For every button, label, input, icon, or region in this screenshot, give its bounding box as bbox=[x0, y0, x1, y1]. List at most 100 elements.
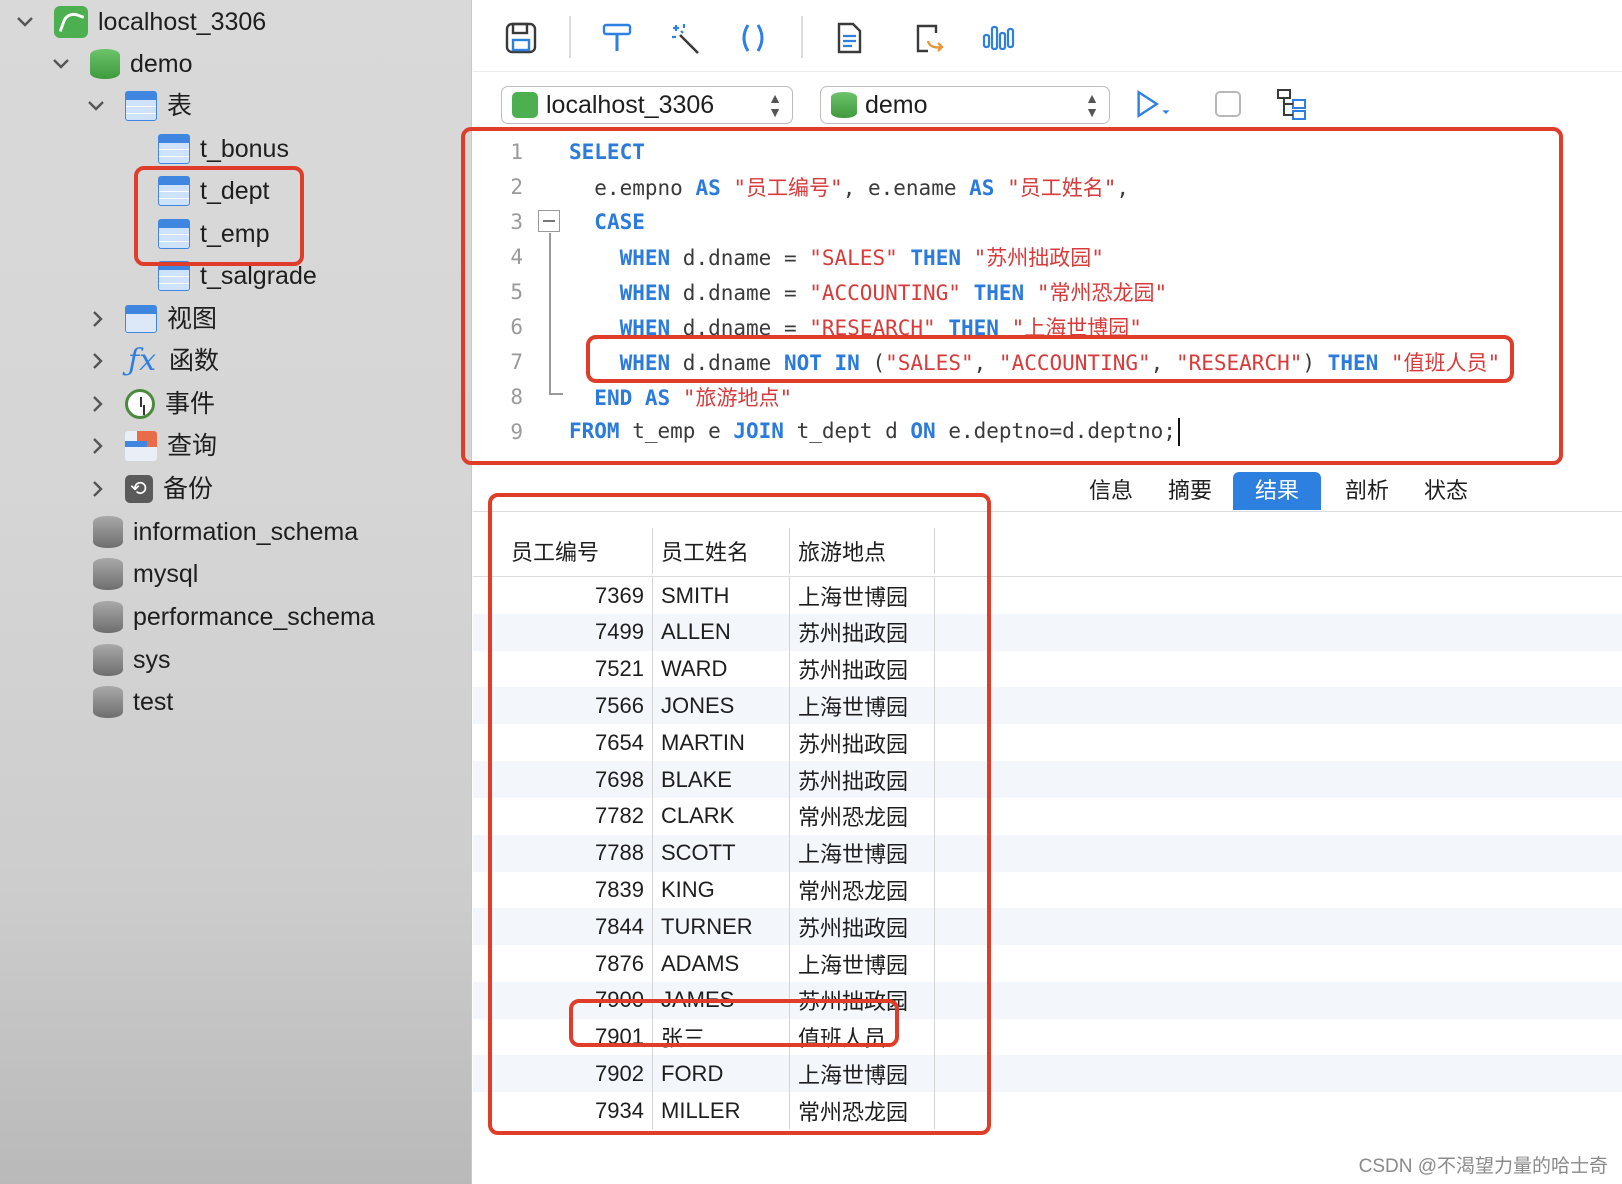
chevron-right-icon[interactable] bbox=[87, 308, 109, 330]
code-snippet-icon[interactable] bbox=[733, 18, 773, 58]
cell-ename[interactable]: SMITH bbox=[653, 577, 790, 614]
cell-location[interactable]: 苏州拙政园 bbox=[790, 761, 935, 798]
cell-ename[interactable]: FORD bbox=[653, 1055, 790, 1093]
run-icon[interactable] bbox=[1135, 84, 1175, 124]
column-header-ename[interactable]: 员工姓名 bbox=[653, 528, 790, 574]
explain-tree-icon[interactable] bbox=[1273, 84, 1313, 124]
cell-location[interactable]: 上海世博园 bbox=[790, 834, 935, 872]
chevron-down-icon[interactable] bbox=[50, 53, 72, 75]
cell-location[interactable]: 上海世博园 bbox=[790, 1055, 935, 1093]
tab-profile[interactable]: 剖析 bbox=[1331, 472, 1403, 510]
table-row[interactable]: 7788 SCOTT 上海世博园 bbox=[473, 834, 1622, 872]
column-header-location[interactable]: 旅游地点 bbox=[790, 528, 935, 574]
table-row[interactable]: 7902 FORD 上海世博园 bbox=[473, 1055, 1622, 1093]
tree-item-queries[interactable]: 查询 bbox=[87, 424, 217, 468]
cell-ename[interactable]: MARTIN bbox=[653, 724, 790, 762]
cell-location[interactable]: 苏州拙政园 bbox=[790, 613, 935, 651]
table-row[interactable]: 7654 MARTIN 苏州拙政园 bbox=[473, 724, 1622, 762]
stop-icon[interactable] bbox=[1208, 84, 1248, 124]
table-row[interactable]: 7499 ALLEN 苏州拙政园 bbox=[473, 613, 1622, 651]
tab-status[interactable]: 状态 bbox=[1410, 472, 1482, 510]
cell-ename[interactable]: TURNER bbox=[653, 908, 790, 946]
tab-result-1[interactable]: 结果 1 bbox=[1233, 472, 1321, 541]
chevron-right-icon[interactable] bbox=[87, 350, 109, 372]
cell-location[interactable]: 上海世博园 bbox=[790, 945, 935, 982]
table-row[interactable]: 7521 WARD 苏州拙政园 bbox=[473, 650, 1622, 688]
tree-item-table[interactable]: t_bonus bbox=[158, 127, 289, 171]
table-row[interactable]: 7369 SMITH 上海世博园 bbox=[473, 577, 1622, 614]
cell-ename[interactable]: JONES bbox=[653, 687, 790, 725]
chevron-down-icon[interactable] bbox=[85, 95, 107, 117]
cell-empno[interactable]: 7782 bbox=[503, 797, 653, 835]
code-line[interactable]: 6 WHEN d.dname = "RESEARCH" THEN "上海世博园" bbox=[473, 309, 1593, 345]
tree-item-table[interactable]: t_dept bbox=[158, 169, 270, 213]
cell-location[interactable]: 常州恐龙园 bbox=[790, 797, 935, 835]
table-row[interactable]: 7566 JONES 上海世博园 bbox=[473, 687, 1622, 725]
export-icon[interactable] bbox=[909, 18, 949, 58]
cell-ename[interactable]: SCOTT bbox=[653, 834, 790, 872]
tree-item-table[interactable]: t_emp bbox=[158, 212, 269, 256]
explain-chart-icon[interactable] bbox=[978, 18, 1018, 58]
code-line[interactable]: 2 e.empno AS "员工编号", e.ename AS "员工姓名", bbox=[473, 169, 1593, 205]
cell-empno[interactable]: 7839 bbox=[503, 871, 653, 909]
cell-empno[interactable]: 7934 bbox=[503, 1092, 653, 1130]
table-row[interactable]: 7844 TURNER 苏州拙政园 bbox=[473, 908, 1622, 946]
table-row[interactable]: 7934 MILLER 常州恐龙园 bbox=[473, 1092, 1622, 1130]
tree-item-functions[interactable]: ƒx 函数 bbox=[87, 339, 219, 383]
chevron-right-icon[interactable] bbox=[87, 393, 109, 415]
code-line[interactable]: 4 WHEN d.dname = "SALES" THEN "苏州拙政园" bbox=[473, 239, 1593, 275]
code-line[interactable]: 9 FROM t_emp e JOIN t_dept d ON e.deptno=… bbox=[473, 414, 1593, 450]
table-row[interactable]: 7900 JAMES 苏州拙政园 bbox=[473, 981, 1622, 1019]
save-icon[interactable] bbox=[501, 18, 541, 58]
cell-location[interactable]: 上海世博园 bbox=[790, 577, 935, 614]
tree-item-table[interactable]: t_salgrade bbox=[158, 254, 317, 298]
cell-ename[interactable]: WARD bbox=[653, 650, 790, 688]
cell-empno[interactable]: 7369 bbox=[503, 577, 653, 614]
sql-editor[interactable]: 1 SELECT 2 e.empno AS "员工编号", e.ename AS "… bbox=[473, 134, 1622, 460]
cell-location[interactable]: 值班人员 bbox=[790, 1018, 935, 1056]
table-row[interactable]: 7839 KING 常州恐龙园 bbox=[473, 871, 1622, 909]
chevron-down-icon[interactable] bbox=[14, 11, 36, 33]
tree-item-database-demo[interactable]: demo bbox=[50, 42, 193, 86]
tree-item-tables-group[interactable]: 表 bbox=[85, 84, 192, 128]
code-line[interactable]: 1 SELECT bbox=[473, 134, 1593, 170]
cell-ename[interactable]: JAMES bbox=[653, 981, 790, 1019]
cell-location[interactable]: 苏州拙政园 bbox=[790, 650, 935, 688]
cell-empno[interactable]: 7901 bbox=[503, 1018, 653, 1056]
tab-info[interactable]: 信息 bbox=[1075, 472, 1147, 510]
tree-item-events[interactable]: 事件 bbox=[87, 382, 215, 426]
code-line[interactable]: 7 WHEN d.dname NOT IN ("SALES", "ACCOUNT… bbox=[473, 344, 1593, 380]
cell-location[interactable]: 苏州拙政园 bbox=[790, 724, 935, 762]
cell-empno[interactable]: 7844 bbox=[503, 908, 653, 946]
cell-empno[interactable]: 7876 bbox=[503, 945, 653, 982]
cell-empno[interactable]: 7902 bbox=[503, 1055, 653, 1093]
cell-location[interactable]: 常州恐龙园 bbox=[790, 1092, 935, 1130]
cell-ename[interactable]: BLAKE bbox=[653, 761, 790, 798]
table-row[interactable]: 7782 CLARK 常州恐龙园 bbox=[473, 797, 1622, 835]
tree-item-database[interactable]: mysql bbox=[93, 552, 198, 596]
cell-ename[interactable]: 张三 bbox=[653, 1018, 790, 1056]
cell-empno[interactable]: 7521 bbox=[503, 650, 653, 688]
text-file-icon[interactable] bbox=[829, 18, 869, 58]
cell-ename[interactable]: MILLER bbox=[653, 1092, 790, 1130]
cell-location[interactable]: 上海世博园 bbox=[790, 687, 935, 725]
tab-summary[interactable]: 摘要 bbox=[1154, 472, 1226, 510]
chevron-right-icon[interactable] bbox=[87, 478, 109, 500]
cell-ename[interactable]: KING bbox=[653, 871, 790, 909]
tree-item-database[interactable]: performance_schema bbox=[93, 595, 375, 639]
format-icon[interactable] bbox=[597, 18, 637, 58]
cell-location[interactable]: 苏州拙政园 bbox=[790, 908, 935, 946]
tree-item-database[interactable]: test bbox=[93, 680, 173, 724]
magic-wand-icon[interactable] bbox=[665, 18, 705, 58]
code-line[interactable]: 3 CASE bbox=[473, 204, 1593, 240]
cell-empno[interactable]: 7654 bbox=[503, 724, 653, 762]
tree-item-connection[interactable]: localhost_3306 bbox=[14, 0, 266, 44]
cell-empno[interactable]: 7566 bbox=[503, 687, 653, 725]
table-row[interactable]: 7901 张三 值班人员 bbox=[473, 1018, 1622, 1056]
cell-empno[interactable]: 7788 bbox=[503, 834, 653, 872]
tree-item-database[interactable]: information_schema bbox=[93, 510, 358, 554]
cell-empno[interactable]: 7499 bbox=[503, 613, 653, 651]
table-row[interactable]: 7698 BLAKE 苏州拙政园 bbox=[473, 761, 1622, 798]
tree-item-views[interactable]: 视图 bbox=[87, 297, 217, 341]
connection-select[interactable]: localhost_3306 ▲ ▼ bbox=[501, 86, 793, 124]
